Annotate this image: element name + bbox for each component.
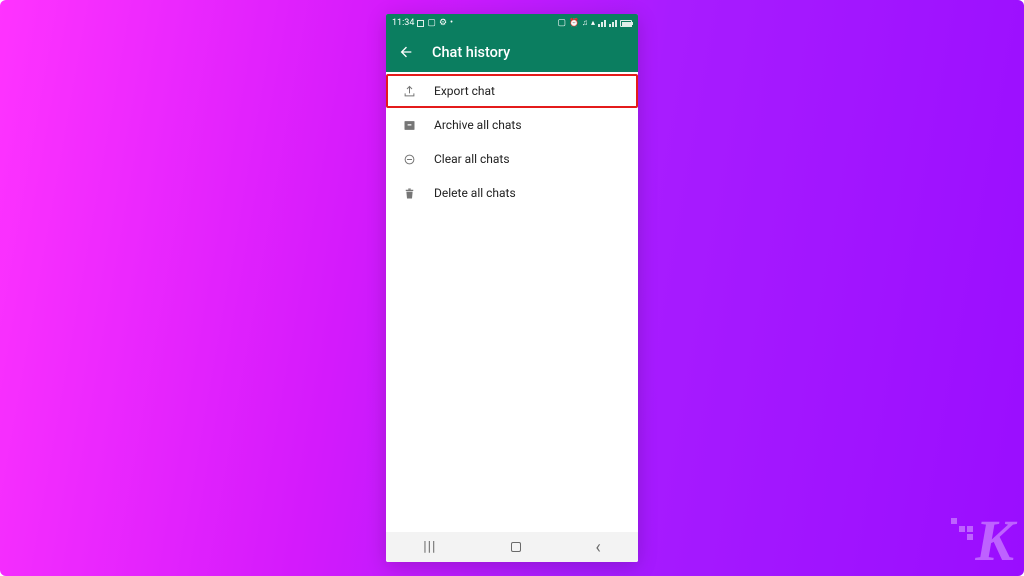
app-bar: Chat history <box>386 32 638 72</box>
signal-icon-2 <box>609 20 617 27</box>
menu-item-delete[interactable]: Delete all chats <box>386 176 638 210</box>
menu-item-label: Clear all chats <box>434 152 510 166</box>
status-time: 11:34 <box>392 18 414 28</box>
sound-icon <box>582 18 588 28</box>
clear-icon <box>400 150 418 168</box>
upload-icon <box>400 82 418 100</box>
nav-home-button[interactable] <box>511 542 521 552</box>
status-bar: 11:34 <box>386 14 638 32</box>
nav-recents-button[interactable]: ||| <box>423 539 436 555</box>
camera-icon <box>427 18 436 28</box>
menu-item-clear[interactable]: Clear all chats <box>386 142 638 176</box>
menu-list: Export chat Archive all chats Clear all … <box>386 72 638 532</box>
back-button[interactable] <box>398 44 414 60</box>
battery-icon <box>620 20 632 27</box>
menu-item-label: Delete all chats <box>434 186 516 200</box>
archive-icon <box>400 116 418 134</box>
arrow-left-icon <box>398 44 414 60</box>
nav-back-button[interactable] <box>595 537 600 558</box>
page-title: Chat history <box>432 44 510 61</box>
signal-icon <box>598 20 606 27</box>
status-app-icon <box>417 20 424 27</box>
watermark-letter: K <box>975 508 1014 573</box>
trash-icon <box>400 184 418 202</box>
gear-icon <box>439 18 447 28</box>
menu-item-archive[interactable]: Archive all chats <box>386 108 638 142</box>
nfc-icon <box>558 18 567 28</box>
more-notifications-icon <box>450 18 453 28</box>
menu-item-label: Archive all chats <box>434 118 522 132</box>
wifi-icon <box>591 18 595 28</box>
alarm-icon <box>569 18 579 28</box>
menu-item-export[interactable]: Export chat <box>386 74 638 108</box>
menu-item-label: Export chat <box>434 84 495 98</box>
android-nav-bar: ||| <box>386 532 638 562</box>
wallpaper-stage: 11:34 Chat history <box>0 0 1024 576</box>
watermark-logo: K <box>975 512 1014 570</box>
phone-frame: 11:34 Chat history <box>386 14 638 562</box>
